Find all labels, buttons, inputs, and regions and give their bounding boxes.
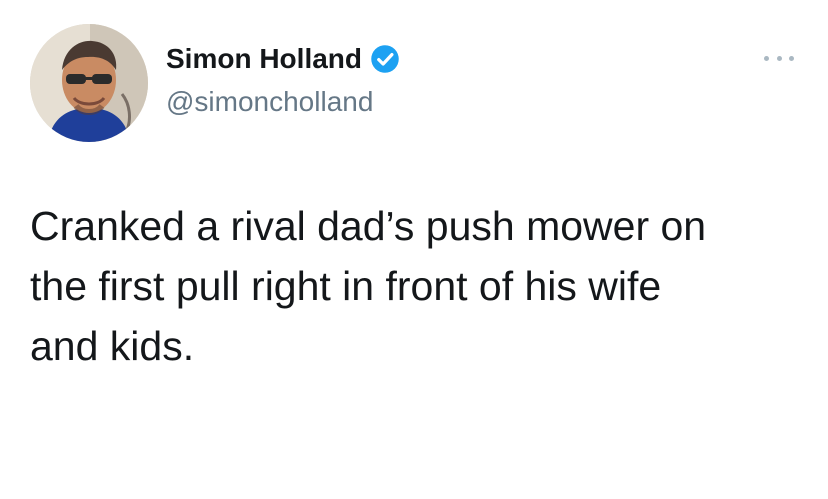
avatar-photo [30, 24, 148, 142]
more-dot [764, 55, 769, 61]
tweet-text: Cranked a rival dad’s push mower on the … [30, 203, 707, 369]
more-options-icon[interactable] [764, 48, 794, 68]
more-dot [789, 55, 794, 61]
more-dot [776, 55, 782, 61]
user-handle[interactable]: @simoncholland [166, 88, 373, 116]
avatar[interactable] [30, 24, 148, 142]
verified-badge-icon [370, 44, 400, 74]
display-name[interactable]: Simon Holland [166, 45, 362, 73]
tweet-card: Simon Holland @simoncholland Cranked a r… [0, 0, 828, 499]
name-row: Simon Holland [166, 44, 400, 74]
